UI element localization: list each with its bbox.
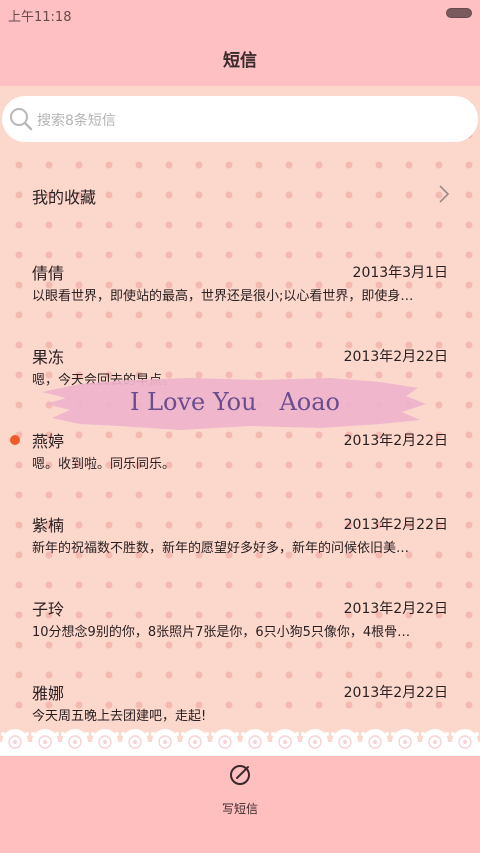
- banner-text: I Love You Aoao: [130, 388, 340, 416]
- message-preview: 今天周五晚上去团建吧，走起!: [32, 709, 207, 724]
- message-item[interactable]: 紫楠 2013年2月22日 新年的祝福数不胜数，新年的愿望好多好多，新年的问候依…: [0, 512, 480, 590]
- message-item[interactable]: 燕婷 2013年2月22日 嗯。收到啦。同乐同乐。: [0, 428, 480, 506]
- message-sender: 果冻: [32, 348, 65, 367]
- status-bar: 上午11:18: [0, 0, 480, 28]
- message-date: 2013年2月22日: [343, 685, 448, 701]
- status-time: 上午11:18: [8, 10, 72, 25]
- favorites-row[interactable]: 我的收藏: [0, 166, 480, 222]
- message-sender: 紫楠: [32, 516, 65, 535]
- compose-icon: [230, 765, 250, 785]
- message-preview: 嗯。收到啦。同乐同乐。: [32, 457, 176, 472]
- message-item[interactable]: 子玲 2013年2月22日 10分想念9别的你，8张照片7张是你，6只小狗5只像…: [0, 596, 480, 674]
- message-date: 2013年3月1日: [352, 265, 448, 281]
- favorites-label: 我的收藏: [32, 188, 97, 207]
- search-icon: [10, 108, 33, 131]
- lace-border-decoration: [0, 728, 480, 756]
- title-bar: 短信: [0, 28, 480, 86]
- search-input[interactable]: 搜索8条短信: [2, 96, 478, 142]
- page-title: 短信: [223, 51, 257, 71]
- message-date: 2013年2月22日: [343, 433, 448, 449]
- message-sender: 雅娜: [32, 684, 65, 703]
- search-placeholder: 搜索8条短信: [37, 113, 116, 129]
- message-item[interactable]: 倩倩 2013年3月1日 以眼看世界，即使站的最高，世界还是很小;以心看世界，即…: [0, 260, 480, 338]
- battery-icon: [446, 8, 472, 18]
- message-sender: 倩倩: [32, 264, 65, 283]
- message-preview: 10分想念9别的你，8张照片7张是你，6只小狗5只像你，4根骨…: [32, 625, 411, 640]
- message-sender: 子玲: [32, 600, 65, 619]
- bottom-bar: 写短信: [0, 756, 480, 853]
- message-date: 2013年2月22日: [343, 349, 448, 365]
- unread-indicator: [10, 435, 20, 445]
- message-sender: 燕婷: [32, 432, 65, 451]
- chevron-right-icon: [439, 185, 450, 203]
- compose-button[interactable]: 写短信: [200, 758, 280, 822]
- compose-label: 写短信: [221, 802, 258, 816]
- love-banner: I Love You Aoao: [40, 374, 430, 434]
- message-date: 2013年2月22日: [343, 517, 448, 533]
- message-date: 2013年2月22日: [343, 601, 448, 617]
- message-list[interactable]: 搜索8条短信 我的收藏 倩倩 2013年3月1日 以眼看世界，即使站的最高，世界…: [0, 86, 480, 756]
- message-preview: 新年的祝福数不胜数，新年的愿望好多好多，新年的问候依旧美…: [32, 541, 410, 556]
- message-preview: 以眼看世界，即使站的最高，世界还是很小;以心看世界，即使身…: [32, 289, 414, 304]
